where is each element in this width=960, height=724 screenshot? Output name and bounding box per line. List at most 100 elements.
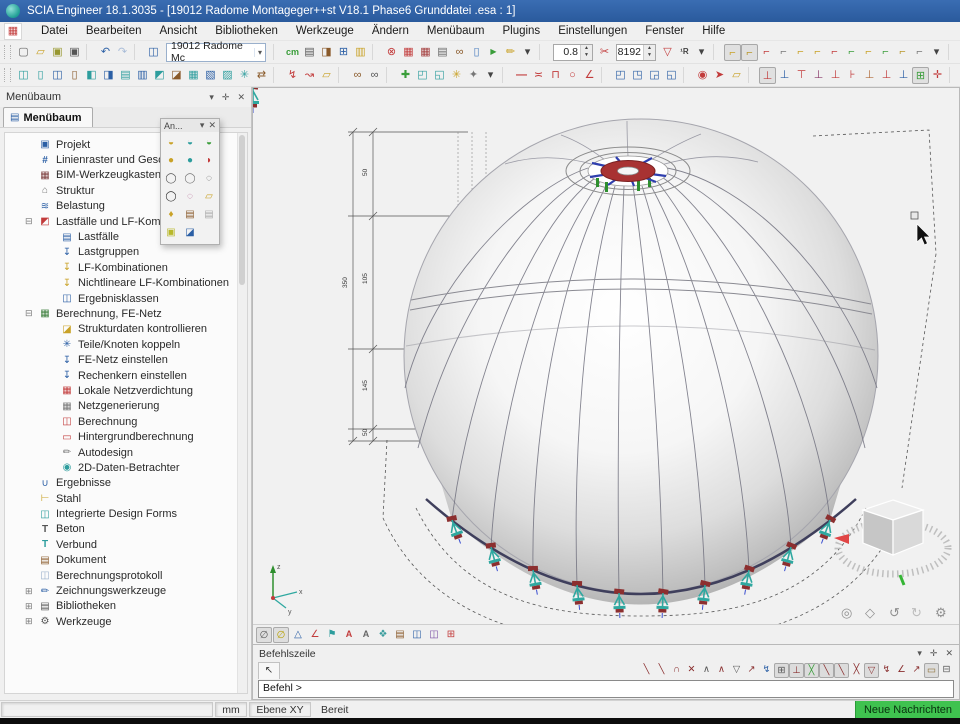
names-abc-icon[interactable]: A xyxy=(358,627,374,643)
column-icon[interactable]: ▯ xyxy=(32,67,49,84)
draw-polyline-icon[interactable]: ≍ xyxy=(530,67,547,84)
multicopy-icon[interactable]: ◱ xyxy=(431,67,448,84)
tree-scrollbar[interactable] xyxy=(237,133,247,693)
support-grid-icon[interactable]: ⊞ xyxy=(912,67,929,84)
show-selection-icon[interactable]: ◒ xyxy=(182,135,198,151)
show-model-data-icon[interactable]: ⌐ xyxy=(809,44,826,61)
tree-item-lastgruppen[interactable]: ↧ Lastgruppen xyxy=(19,245,237,260)
cmd-dropdown-icon[interactable]: ▾ xyxy=(917,648,922,659)
subsoil-icon[interactable]: ⊥ xyxy=(861,67,878,84)
cross-section-icon[interactable]: ▱ xyxy=(318,67,335,84)
snap-free-icon[interactable]: ↗ xyxy=(909,663,924,678)
tree-item-lokale-netzverdichtung[interactable]: ▦ Lokale Netzverdichtung xyxy=(19,383,237,398)
tree-item-fe-netz-einstellen[interactable]: ↧ FE-Netz einstellen xyxy=(19,352,237,367)
tree-expander-icon[interactable]: ⊟ xyxy=(25,308,38,319)
tree-item-nichtlineare-lf-kombinationen[interactable]: ↧ Nichtlineare LF-Kombinationen xyxy=(19,276,237,291)
new-messages-badge[interactable]: Neue Nachrichten xyxy=(855,701,960,718)
snap-cursor-icon[interactable]: ↯ xyxy=(759,663,774,678)
toolbar-grip[interactable] xyxy=(4,68,11,82)
visibility-icon[interactable]: ◉ xyxy=(694,67,711,84)
beam-icon[interactable]: ◫ xyxy=(49,67,66,84)
member-1d-icon[interactable]: ◫ xyxy=(15,67,32,84)
tab-menubaum[interactable]: ▤ Menübaum xyxy=(3,107,93,127)
support-rotate-icon[interactable]: ✛ xyxy=(929,67,946,84)
snap-tangent-icon[interactable]: ╳ xyxy=(849,663,864,678)
surface-cut-icon[interactable]: ◱ xyxy=(663,67,680,84)
undo-icon[interactable]: ↶ xyxy=(97,44,114,61)
import-model-icon[interactable]: ▱ xyxy=(728,67,745,84)
move-node-icon[interactable]: ✚ xyxy=(397,67,414,84)
tree-item-berechnung[interactable]: ◫ Berechnung xyxy=(19,414,237,429)
spring-support-icon[interactable]: ⊦ xyxy=(844,67,861,84)
show-surfaces-icon[interactable]: ⌐ xyxy=(894,44,911,61)
tree-item-netzgenerierung[interactable]: ▦ Netzgenerierung xyxy=(19,399,237,414)
support-point-icon[interactable]: ⊥ xyxy=(759,67,776,84)
radome-sphere[interactable] xyxy=(404,119,878,605)
snap-midpoint-icon[interactable]: ╳ xyxy=(804,663,819,678)
command-input[interactable]: Befehl > xyxy=(258,680,954,698)
snap-surface-icon[interactable]: ▽ xyxy=(729,663,744,678)
supports-display-icon[interactable]: ⚑ xyxy=(324,627,340,643)
hinge-icon[interactable]: ↝ xyxy=(301,67,318,84)
menu-item[interactable]: Menübaum xyxy=(418,25,494,37)
snap-ortho-icon[interactable]: ⊥ xyxy=(789,663,804,678)
view-nav-icons[interactable]: ◎ ◇ ↺ ↻ ⚙ xyxy=(841,605,947,620)
render-wireframe-icon[interactable]: ∅ xyxy=(256,627,272,643)
menu-item[interactable]: Bearbeiten xyxy=(77,25,151,37)
menu-item[interactable]: Datei xyxy=(32,25,77,37)
menu-item[interactable]: Ansicht xyxy=(150,25,206,37)
toolbar-grip[interactable] xyxy=(4,45,11,59)
view-3d-icon[interactable]: ◪ xyxy=(182,225,198,241)
line-grid-icon[interactable]: ⊟ xyxy=(939,663,954,678)
surface-join-icon[interactable]: ◲ xyxy=(646,67,663,84)
show-all-icon[interactable]: ◒ xyxy=(163,135,179,151)
engineering-report-icon[interactable]: ▤ xyxy=(434,44,451,61)
draw-line-icon[interactable]: — xyxy=(513,67,530,84)
zoom-selection-icon[interactable]: ◌ xyxy=(182,189,198,205)
save-picture-icon[interactable]: ▤ xyxy=(201,207,217,223)
snap-angle-icon[interactable]: ∠ xyxy=(894,663,909,678)
tree-item-ergebnisse[interactable]: ∪ Ergebnisse xyxy=(19,476,237,491)
surface-region-icon[interactable]: ◰ xyxy=(612,67,629,84)
panel-icon[interactable]: ◪ xyxy=(168,67,185,84)
status-plane[interactable]: Ebene XY xyxy=(249,702,311,717)
snap-center-icon[interactable]: ▽ xyxy=(864,663,879,678)
connect-members-icon[interactable]: ↯ xyxy=(284,67,301,84)
rigid-arm-icon[interactable]: ∞ xyxy=(366,67,383,84)
menu-item[interactable]: Hilfe xyxy=(693,25,734,37)
show-marked-icon[interactable]: ◒ xyxy=(201,135,217,151)
snap-delete-icon[interactable]: ✕ xyxy=(684,663,699,678)
show-loads-icon[interactable]: ⌐ xyxy=(826,44,843,61)
tree-item-werkzeuge[interactable]: ⊞ ⚙ Werkzeuge xyxy=(19,614,237,629)
axes-display-icon[interactable]: △ xyxy=(290,627,306,643)
show-names-icon[interactable]: ⌐ xyxy=(860,44,877,61)
copy-icon[interactable]: ◰ xyxy=(414,67,431,84)
hidden-calculation-icon[interactable]: ▦ xyxy=(417,44,434,61)
view-dropdown-icon[interactable]: ▾ xyxy=(928,44,945,61)
fly-through-icon[interactable]: ➤ xyxy=(711,67,728,84)
snap-perpendicular-icon[interactable]: ╲ xyxy=(834,663,849,678)
zoom-in-icon[interactable]: ◯ xyxy=(163,171,179,187)
rotate-icon[interactable]: ✦ xyxy=(465,67,482,84)
panel-pin-icon[interactable]: ✛ xyxy=(222,92,230,103)
tree-item-integrierte-design-forms[interactable]: ◫ Integrierte Design Forms xyxy=(19,506,237,521)
grid-settings-icon[interactable]: ⊞ xyxy=(443,627,459,643)
tree-item-ergebnisklassen[interactable]: ◫ Ergebnisklassen xyxy=(19,291,237,306)
save-icon[interactable]: ▣ xyxy=(49,44,66,61)
menu-item[interactable]: Ändern xyxy=(363,25,418,37)
tree-item-lf-kombinationen[interactable]: ↧ LF-Kombinationen xyxy=(19,260,237,275)
save-as-icon[interactable]: ▣ xyxy=(66,44,83,61)
close-service-icon[interactable]: ⊗ xyxy=(383,44,400,61)
zoom-window-icon[interactable]: ◌ xyxy=(201,171,217,187)
project-manager-icon[interactable]: ◫ xyxy=(145,44,162,61)
render-solid-icon[interactable]: ∅ xyxy=(273,627,289,643)
app-icon[interactable]: ▦ xyxy=(4,23,22,40)
search-binoculars-icon[interactable]: ∞ xyxy=(451,44,468,61)
new-document-icon[interactable]: ▢ xyxy=(15,44,32,61)
document-view-icon[interactable]: ▤ xyxy=(392,627,408,643)
snap-node-icon[interactable]: ∧ xyxy=(699,663,714,678)
tree-item-stahl[interactable]: ⊢ Stahl xyxy=(19,491,237,506)
panel-close-icon[interactable]: ✕ xyxy=(237,92,245,103)
palette-dropdown-icon[interactable]: ▾ xyxy=(200,120,205,131)
menu-item[interactable]: Plugins xyxy=(493,25,549,37)
